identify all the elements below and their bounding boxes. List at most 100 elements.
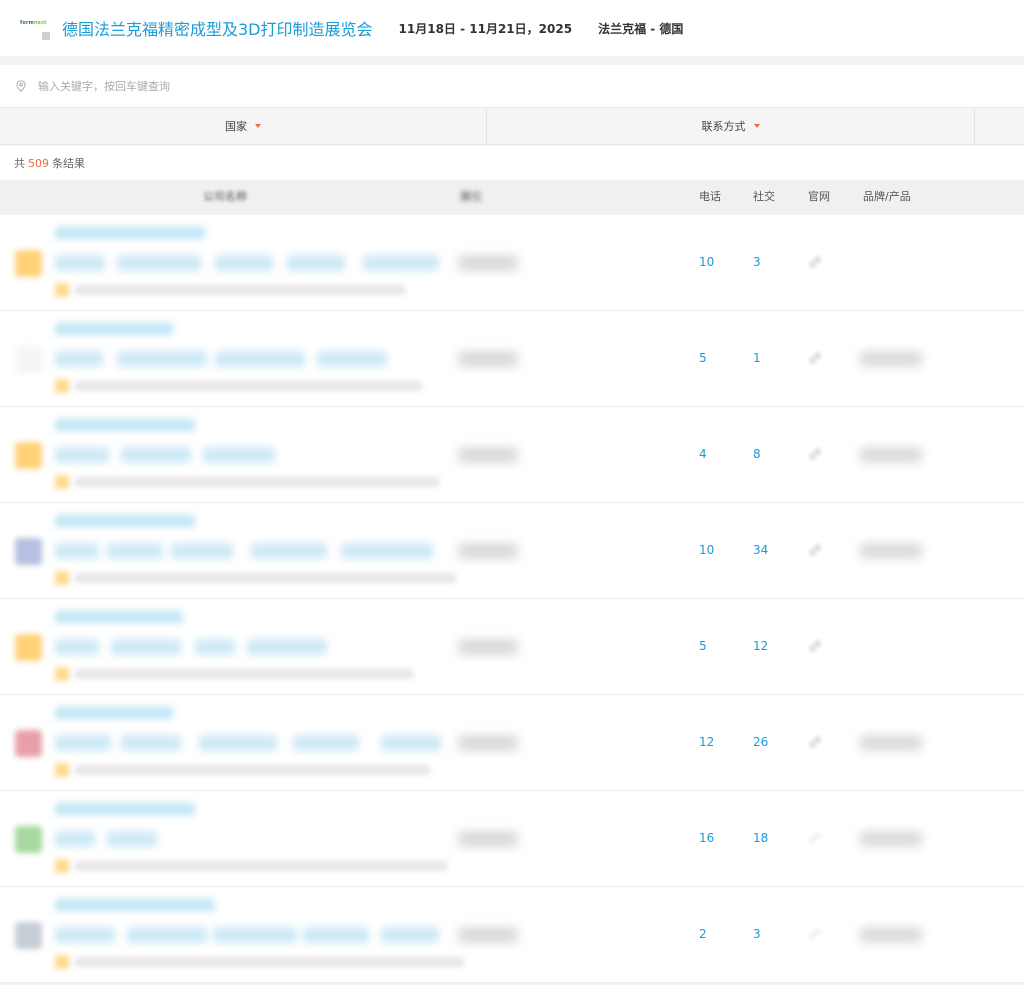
company-description-redacted — [75, 381, 422, 391]
company-logo[interactable] — [15, 922, 42, 949]
company-tag — [55, 831, 95, 847]
company-tags-redacted — [55, 447, 440, 463]
exhibitor-row[interactable]: 10 3 — [0, 215, 1024, 311]
company-description-redacted — [75, 477, 439, 487]
social-count[interactable]: 34 — [753, 543, 768, 557]
company-tags-redacted — [55, 927, 440, 943]
company-logo[interactable] — [15, 826, 42, 853]
exhibitor-list: 10 3 5 1 4 8 10 34 5 12 12 26 16 18 2 3 — [0, 215, 1024, 983]
social-count[interactable]: 18 — [753, 831, 768, 845]
column-phone[interactable]: 电话 — [699, 180, 721, 214]
company-tag — [203, 447, 275, 463]
company-description-redacted — [75, 765, 430, 775]
company-tags-redacted — [55, 351, 440, 367]
company-tag — [55, 639, 99, 655]
company-tag — [127, 927, 207, 943]
company-name-redacted[interactable] — [55, 419, 195, 431]
contact-filter[interactable]: 联系方式 — [487, 108, 975, 144]
phone-count[interactable]: 10 — [699, 255, 714, 269]
link-icon[interactable] — [808, 351, 822, 365]
company-tag — [195, 639, 235, 655]
company-logo[interactable] — [15, 634, 42, 661]
column-brand[interactable]: 品牌/产品 — [863, 180, 911, 214]
exhibitor-row[interactable]: 16 18 — [0, 791, 1024, 887]
company-logo[interactable] — [15, 250, 42, 277]
logo-accent: next — [34, 20, 47, 26]
company-tag — [55, 351, 103, 367]
booth-redacted — [458, 831, 518, 847]
exhibitor-row[interactable]: 48 — [0, 407, 1024, 503]
link-icon[interactable] — [808, 735, 822, 749]
company-logo[interactable] — [15, 346, 42, 373]
company-name-redacted[interactable] — [55, 227, 205, 239]
social-count[interactable]: 1 — [753, 351, 761, 365]
company-tag — [247, 639, 327, 655]
company-tags-redacted — [55, 831, 440, 847]
exhibitor-row[interactable]: 51 — [0, 311, 1024, 407]
link-icon — [808, 927, 822, 941]
phone-count[interactable]: 16 — [699, 831, 714, 845]
phone-count[interactable]: 10 — [699, 543, 714, 557]
company-tag — [213, 927, 297, 943]
country-filter[interactable]: 国家 — [0, 108, 487, 144]
company-name-redacted[interactable] — [55, 611, 183, 623]
company-logo[interactable] — [15, 538, 42, 565]
company-name-redacted[interactable] — [55, 323, 173, 335]
phone-count[interactable]: 4 — [699, 447, 707, 461]
link-icon — [808, 831, 822, 845]
company-tag — [381, 927, 439, 943]
company-tag — [171, 543, 233, 559]
company-description-redacted — [75, 573, 456, 583]
exhibitor-row[interactable]: 12 26 — [0, 695, 1024, 791]
social-count[interactable]: 3 — [753, 927, 761, 941]
filter-extra[interactable] — [975, 108, 1024, 144]
search-bar — [0, 65, 1024, 107]
results-summary: 共 509 条结果 — [0, 146, 1024, 180]
company-name-redacted[interactable] — [55, 515, 195, 527]
company-name-redacted[interactable] — [55, 707, 173, 719]
location-pin-icon — [14, 79, 28, 93]
link-icon[interactable] — [808, 255, 822, 269]
company-tag — [215, 351, 305, 367]
social-count[interactable]: 3 — [753, 255, 761, 269]
column-social[interactable]: 社交 — [753, 180, 775, 214]
booth-redacted — [458, 735, 518, 751]
booth-redacted — [458, 543, 518, 559]
company-tag — [55, 735, 111, 751]
expo-title[interactable]: 德国法兰克福精密成型及3D打印制造展览会 — [62, 16, 373, 40]
social-count[interactable]: 12 — [753, 639, 768, 653]
link-icon[interactable] — [808, 447, 822, 461]
company-name-redacted[interactable] — [55, 899, 215, 911]
company-tag — [303, 927, 369, 943]
company-tag — [55, 447, 109, 463]
company-tag — [55, 927, 115, 943]
caret-down-icon — [255, 124, 261, 128]
company-logo[interactable] — [15, 730, 42, 757]
phone-count[interactable]: 12 — [699, 735, 714, 749]
company-tag — [381, 735, 441, 751]
phone-count[interactable]: 5 — [699, 639, 707, 653]
link-icon[interactable] — [808, 639, 822, 653]
social-count[interactable]: 26 — [753, 735, 768, 749]
company-name-redacted[interactable] — [55, 803, 195, 815]
expo-logo[interactable]: form next — [14, 8, 54, 48]
phone-count[interactable]: 5 — [699, 351, 707, 365]
description-icon — [55, 283, 69, 297]
exhibitor-row[interactable]: 10 34 — [0, 503, 1024, 599]
exhibitor-row[interactable]: 23 — [0, 887, 1024, 983]
company-tag — [215, 255, 273, 271]
column-web[interactable]: 官网 — [808, 180, 830, 214]
column-booth[interactable]: 展位 — [460, 180, 482, 214]
search-input[interactable] — [38, 79, 638, 93]
column-company[interactable]: 公司名称 — [203, 180, 247, 214]
link-icon[interactable] — [808, 543, 822, 557]
exhibitor-row[interactable]: 5 12 — [0, 599, 1024, 695]
phone-count[interactable]: 2 — [699, 927, 707, 941]
company-logo[interactable] — [15, 442, 42, 469]
brand-redacted — [860, 831, 922, 847]
company-tag — [293, 735, 359, 751]
brand-redacted — [860, 735, 922, 751]
social-count[interactable]: 8 — [753, 447, 761, 461]
results-prefix: 共 — [14, 157, 25, 170]
results-count: 509 — [28, 156, 49, 170]
